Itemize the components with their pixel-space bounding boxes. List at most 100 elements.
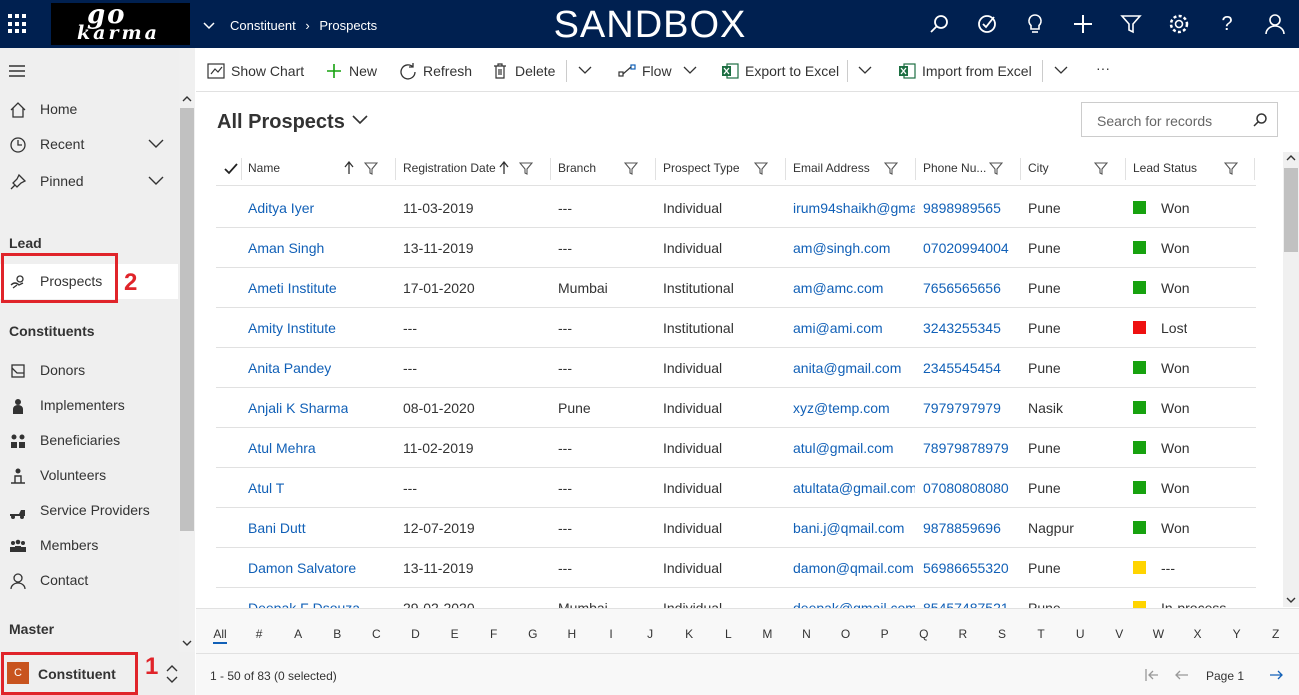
nav-recent[interactable]: Recent <box>0 127 178 162</box>
column-header-email-address[interactable]: Email Address <box>793 161 870 175</box>
nav-contact[interactable]: Contact <box>0 563 178 598</box>
column-header-registration-date[interactable]: Registration Date <box>403 161 496 175</box>
jump-letter[interactable]: S <box>994 627 1010 641</box>
new-button[interactable]: New <box>325 62 380 80</box>
search-icon[interactable] <box>928 12 952 36</box>
cell-phone[interactable]: 9878859696 <box>923 520 1001 536</box>
cell-name[interactable]: Aditya Iyer <box>248 200 314 216</box>
cell-phone[interactable]: 7979797979 <box>923 400 1001 416</box>
cell-name[interactable]: Atul T <box>248 480 284 496</box>
scroll-up-icon[interactable] <box>182 95 192 103</box>
table-row[interactable]: Bani Dutt 12-07-2019 --- Individual bani.j@q… <box>216 508 1256 548</box>
cell-email[interactable]: am@amc.com <box>793 280 915 296</box>
show-chart-button[interactable]: Show Chart <box>207 62 307 80</box>
next-page-icon[interactable] <box>1268 667 1284 683</box>
view-title[interactable]: All Prospects <box>217 111 345 134</box>
cell-name[interactable]: Anita Pandey <box>248 360 331 376</box>
nav-implementers[interactable]: Implementers <box>0 388 178 423</box>
cell-phone[interactable]: 9898989565 <box>923 200 1001 216</box>
user-icon[interactable] <box>1263 12 1287 36</box>
column-header-name[interactable]: Name <box>248 161 280 175</box>
jump-letter[interactable]: U <box>1072 627 1088 641</box>
more-commands-button[interactable]: ··· <box>1096 60 1110 76</box>
scroll-down-icon[interactable] <box>182 639 192 647</box>
cell-email[interactable]: xyz@temp.com <box>793 400 915 416</box>
jump-letter[interactable]: Q <box>916 627 932 641</box>
table-row[interactable]: Atul Mehra 11-02-2019 --- Individual atul@gm… <box>216 428 1256 468</box>
cell-name[interactable]: Anjali K Sharma <box>248 400 348 416</box>
chevron-down-icon[interactable] <box>1054 64 1068 76</box>
cell-name[interactable]: Amity Institute <box>248 320 336 336</box>
cell-name[interactable]: Atul Mehra <box>248 440 316 456</box>
jump-letter[interactable]: W <box>1150 627 1166 641</box>
jump-letter[interactable]: M <box>759 627 775 641</box>
jump-letter[interactable]: L <box>720 627 736 641</box>
search-icon[interactable] <box>1252 112 1268 128</box>
jump-letter[interactable]: D <box>408 627 424 641</box>
cell-email[interactable]: atul@gmail.com <box>793 440 915 456</box>
jump-letter[interactable]: # <box>251 627 267 641</box>
cell-name[interactable]: Ameti Institute <box>248 280 337 296</box>
nav-service-providers[interactable]: Service Providers <box>0 493 178 528</box>
app-switcher-chevron-icon[interactable] <box>202 18 216 32</box>
chevron-down-icon[interactable] <box>683 64 697 76</box>
filter-icon[interactable] <box>989 161 1003 175</box>
nav-members[interactable]: Members <box>0 528 178 563</box>
jump-letter[interactable]: All <box>212 627 228 641</box>
jump-letter[interactable]: C <box>368 627 384 641</box>
filter-icon[interactable] <box>624 161 638 175</box>
breadcrumb-area[interactable]: Constituent <box>230 18 296 33</box>
filter-icon[interactable] <box>1094 161 1108 175</box>
cell-phone[interactable]: 07080808080 <box>923 480 1009 496</box>
chevron-down-icon[interactable] <box>146 135 166 151</box>
breadcrumb-entity[interactable]: Prospects <box>319 18 377 33</box>
cell-phone[interactable]: 3243255345 <box>923 320 1001 336</box>
cell-email[interactable]: bani.j@qmail.com <box>793 520 915 536</box>
jump-letter[interactable]: R <box>955 627 971 641</box>
cell-phone[interactable]: 07020994004 <box>923 240 1009 256</box>
jump-letter[interactable]: B <box>329 627 345 641</box>
advanced-find-filter-icon[interactable] <box>1119 12 1143 36</box>
nav-home[interactable]: Home <box>0 92 178 127</box>
cell-name[interactable]: Aman Singh <box>248 240 324 256</box>
lightbulb-icon[interactable] <box>1023 12 1047 36</box>
jump-letter[interactable]: E <box>447 627 463 641</box>
jump-letter[interactable]: X <box>1190 627 1206 641</box>
column-header-lead-status[interactable]: Lead Status <box>1133 161 1197 175</box>
app-launcher-icon[interactable] <box>8 14 28 34</box>
nav-volunteers[interactable]: Volunteers <box>0 458 178 493</box>
table-row[interactable]: Amity Institute --- --- Institutional ami@am… <box>216 308 1256 348</box>
cell-phone[interactable]: 2345545454 <box>923 360 1001 376</box>
cell-email[interactable]: anita@gmail.com <box>793 360 915 376</box>
cell-email[interactable]: am@singh.com <box>793 240 915 256</box>
jump-letter[interactable]: I <box>603 627 619 641</box>
select-all-checkmark-icon[interactable] <box>224 163 238 175</box>
table-row[interactable]: Damon Salvatore 13-11-2019 --- Individual da… <box>216 548 1256 588</box>
import-from-excel-button[interactable]: Import from Excel <box>898 62 1033 80</box>
cell-name[interactable]: Bani Dutt <box>248 520 306 536</box>
jump-letter[interactable]: G <box>525 627 541 641</box>
view-selector-chevron-icon[interactable] <box>350 112 370 128</box>
jump-letter[interactable]: T <box>1033 627 1049 641</box>
cell-email[interactable]: ami@ami.com <box>793 320 915 336</box>
filter-icon[interactable] <box>364 161 378 175</box>
filter-icon[interactable] <box>519 161 533 175</box>
export-to-excel-button[interactable]: Export to Excel <box>721 62 839 80</box>
jump-letter[interactable]: V <box>1111 627 1127 641</box>
gokarma-logo[interactable]: go karma <box>51 0 190 45</box>
scroll-down-icon[interactable] <box>1286 596 1296 604</box>
grid-scroll-thumb[interactable] <box>1284 168 1298 252</box>
jump-letter[interactable]: Y <box>1229 627 1245 641</box>
scroll-up-icon[interactable] <box>1286 154 1296 162</box>
chevron-down-icon[interactable] <box>146 172 166 188</box>
previous-page-icon[interactable] <box>1174 667 1190 683</box>
cell-phone[interactable]: 56986655320 <box>923 560 1009 576</box>
jump-letter[interactable]: A <box>290 627 306 641</box>
chevron-up-down-icon[interactable] <box>164 664 180 684</box>
plus-icon[interactable] <box>1071 12 1095 36</box>
table-row[interactable]: Aditya Iyer 11-03-2019 --- Individual irum94… <box>216 188 1256 228</box>
sort-ascending-icon[interactable] <box>499 161 509 175</box>
first-page-icon[interactable] <box>1144 667 1160 683</box>
chevron-down-icon[interactable] <box>578 64 592 76</box>
sidebar-scroll-thumb[interactable] <box>180 108 194 531</box>
